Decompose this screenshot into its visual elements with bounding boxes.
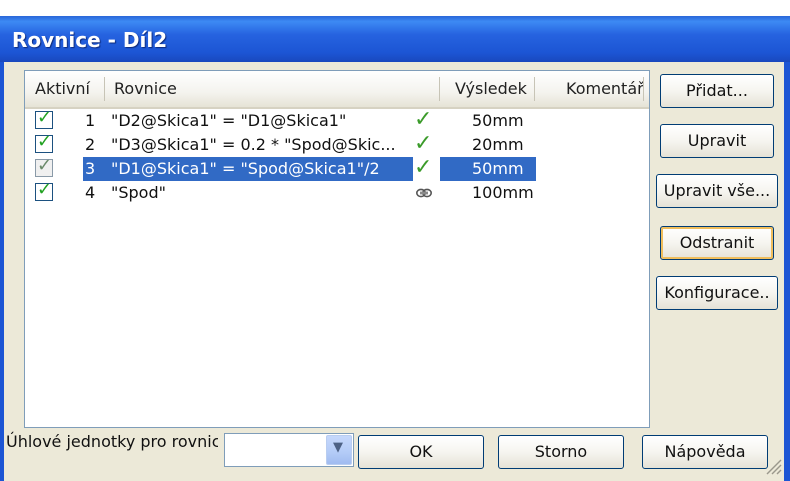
angular-units-label: Úhlové jednotky pro rovnic — [6, 432, 218, 451]
table-row[interactable]: ✓ 4 "Spod" 100mm — [25, 179, 649, 205]
valid-icon: ✓ — [414, 131, 433, 156]
configurations-button[interactable]: Konfigurace.. — [656, 276, 778, 310]
header-equation[interactable]: Rovnice — [114, 71, 177, 107]
active-checkbox[interactable]: ✓ — [35, 179, 53, 201]
header-separator[interactable] — [534, 77, 535, 101]
window-border-left — [0, 62, 4, 481]
equation-text[interactable]: "Spod" — [111, 181, 411, 205]
equations-list[interactable]: Aktivní Rovnice Výsledek Komentář ✓ 1 "D… — [24, 70, 650, 428]
resize-grip-icon[interactable] — [764, 457, 782, 475]
active-checkbox[interactable]: ✓ — [35, 155, 53, 177]
check-mark-icon: ✓ — [37, 179, 53, 200]
dialog-window: Rovnice - Díl2 Aktivní Rovnice Výsledek … — [0, 0, 790, 481]
row-index: 3 — [85, 159, 96, 178]
check-mark-icon: ✓ — [37, 131, 53, 152]
chevron-down-icon: ▼ — [333, 440, 343, 455]
result-value: 50mm — [472, 159, 524, 178]
header-active[interactable]: Aktivní — [35, 71, 90, 107]
table-row-selected[interactable]: ✓ 3 "D1@Skica1" = "Spod@Skica1"/2 ✓ 50mm — [25, 155, 649, 181]
header-separator[interactable] — [104, 77, 105, 101]
header-separator[interactable] — [643, 77, 644, 101]
check-mark-icon: ✓ — [37, 155, 53, 176]
link-icon — [416, 188, 432, 198]
cancel-button[interactable]: Storno — [498, 435, 624, 469]
angular-units-select[interactable]: ▼ — [224, 433, 354, 467]
equation-text[interactable]: "D2@Skica1" = "D1@Skica1" — [111, 109, 411, 133]
active-checkbox[interactable]: ✓ — [35, 107, 53, 129]
result-value: 50mm — [472, 111, 524, 130]
window-title: Rovnice - Díl2 — [12, 28, 168, 52]
result-value: 20mm — [472, 135, 524, 154]
header-separator[interactable] — [439, 77, 440, 101]
top-strip — [0, 0, 790, 16]
header-comment[interactable]: Komentář — [566, 71, 644, 107]
edit-all-button[interactable]: Upravit vše... — [656, 174, 778, 208]
table-row[interactable]: ✓ 2 "D3@Skica1" = 0.2 * "Spod@Skic... ✓ … — [25, 131, 649, 157]
result-value: 100mm — [472, 183, 534, 202]
ok-button[interactable]: OK — [358, 435, 484, 469]
delete-button[interactable]: Odstranit — [660, 226, 774, 260]
valid-icon: ✓ — [414, 155, 433, 180]
list-header: Aktivní Rovnice Výsledek Komentář — [25, 71, 649, 109]
check-mark-icon: ✓ — [37, 107, 53, 128]
row-index: 4 — [85, 183, 96, 202]
active-checkbox[interactable]: ✓ — [35, 131, 53, 153]
window-border-right — [784, 62, 790, 481]
valid-icon: ✓ — [414, 107, 433, 132]
header-result[interactable]: Výsledek — [455, 71, 527, 107]
edit-button[interactable]: Upravit — [660, 124, 774, 158]
dropdown-button[interactable]: ▼ — [326, 435, 352, 465]
equation-text[interactable]: "D1@Skica1" = "Spod@Skica1"/2 — [111, 157, 411, 181]
title-bar[interactable]: Rovnice - Díl2 — [0, 16, 790, 62]
add-button[interactable]: Přidat... — [660, 74, 774, 108]
row-index: 1 — [85, 111, 96, 130]
help-button[interactable]: Nápověda — [642, 435, 768, 469]
table-row[interactable]: ✓ 1 "D2@Skica1" = "D1@Skica1" ✓ 50mm — [25, 107, 649, 133]
equation-text[interactable]: "D3@Skica1" = 0.2 * "Spod@Skic... — [111, 133, 411, 157]
row-index: 2 — [85, 135, 96, 154]
